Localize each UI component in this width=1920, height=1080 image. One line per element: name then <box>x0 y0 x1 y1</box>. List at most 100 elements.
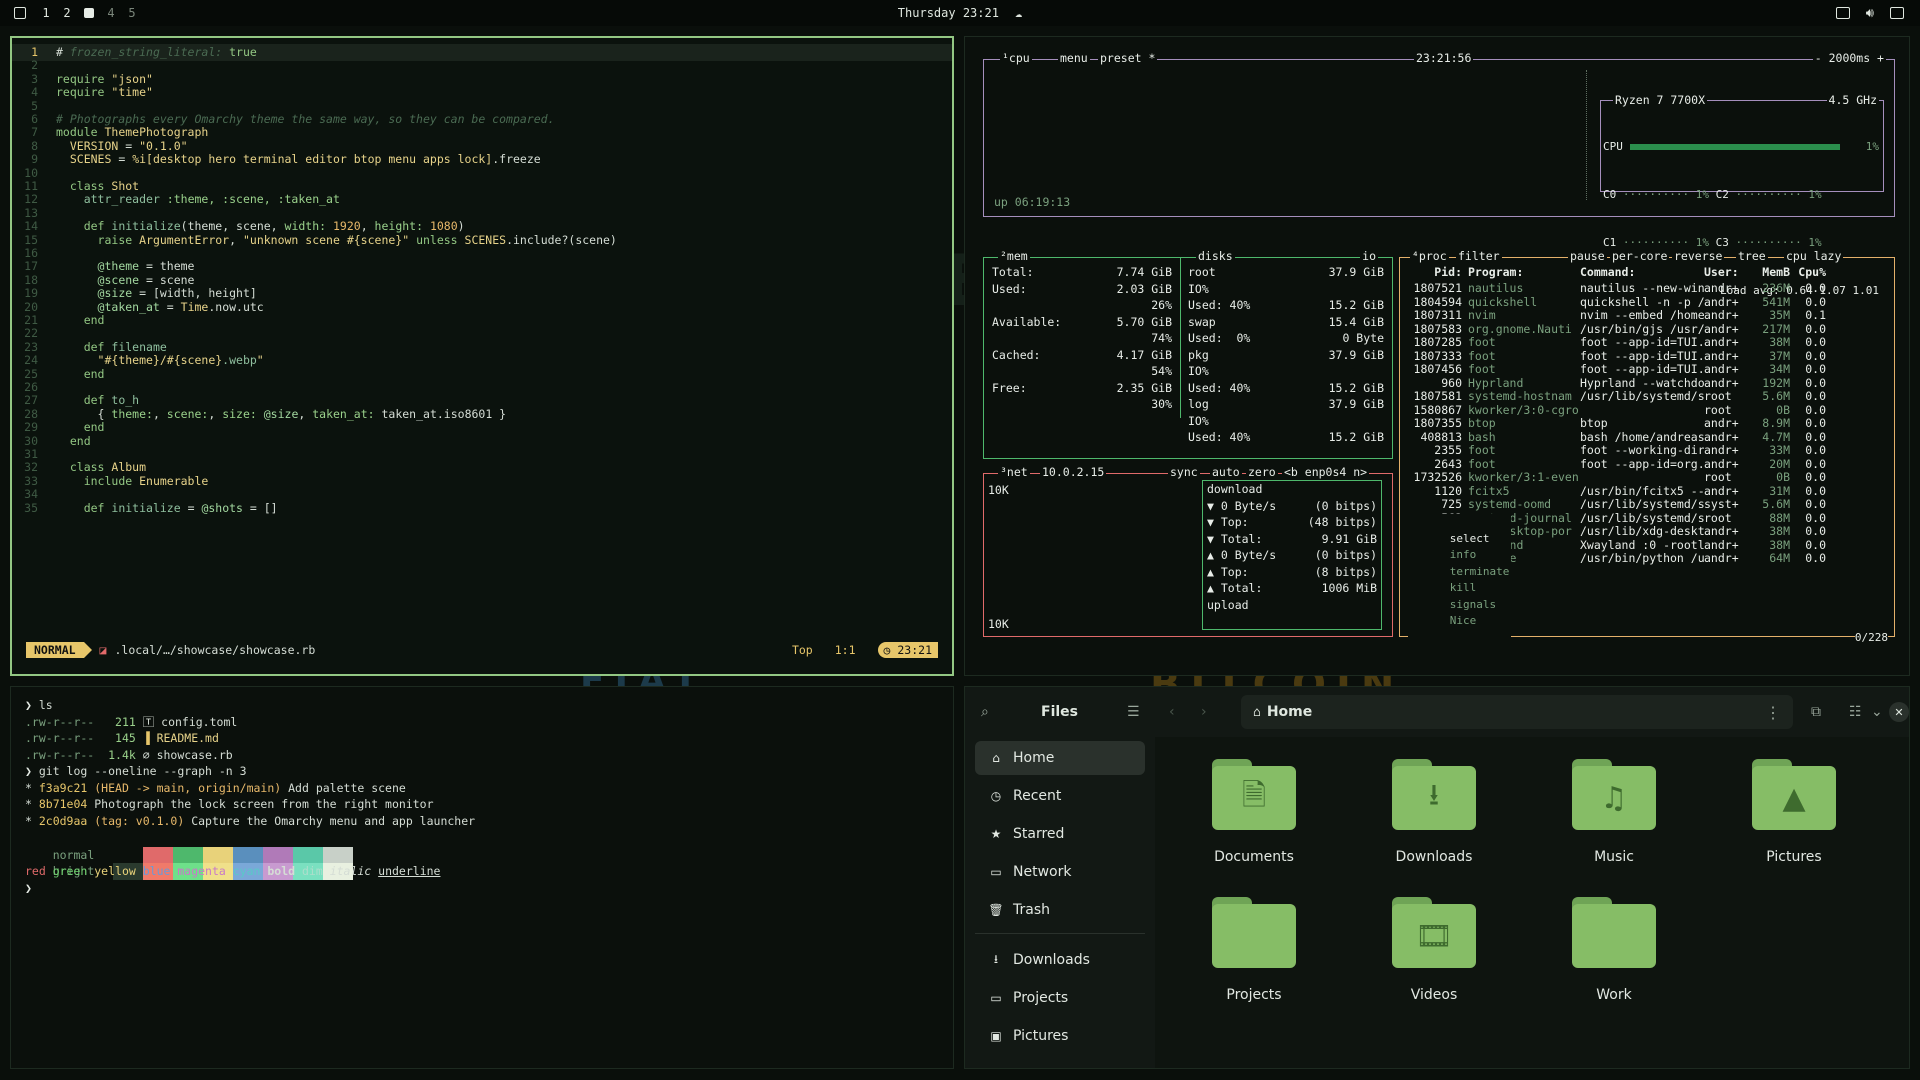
net-panel: ³net 10.0.2.15 sync auto zero <b enp0s4 … <box>983 464 1393 637</box>
menu-button[interactable]: menu <box>1058 50 1090 67</box>
workspace-1[interactable]: 1 <box>42 6 50 20</box>
mem-stat-value: 4.17 GiB <box>1116 347 1172 362</box>
sidebar-title: Files <box>1041 704 1078 720</box>
launcher-icon[interactable] <box>14 7 26 19</box>
folder-pictures[interactable]: ▲ Pictures <box>1729 759 1859 879</box>
mem-title[interactable]: ²mem <box>998 248 1030 265</box>
volume-icon[interactable]: 🔊︎ <box>1866 6 1874 21</box>
net-stat-row: ▲ Top: (8 bitps) <box>1207 564 1381 581</box>
proc-pause[interactable]: pause <box>1568 248 1607 265</box>
disk-stat-row: root 37.9 GiB <box>1188 264 1384 281</box>
net-stat-row: upload <box>1207 597 1381 614</box>
style-word-underline: underline <box>378 864 441 878</box>
proc-header-cell[interactable]: Command: <box>1580 264 1704 281</box>
sidebar-item-recent[interactable]: ◷ Recent <box>975 779 1145 813</box>
proc-header-cell[interactable]: Cpu% <box>1790 264 1826 281</box>
net-auto[interactable]: auto <box>1210 464 1242 481</box>
proc-terminate[interactable]: terminate <box>1450 565 1510 578</box>
mem-stat-value: 74% <box>1151 331 1172 345</box>
proc-header-cell[interactable]: MemB <box>1746 264 1790 281</box>
terminal-line: ❯ ls <box>25 697 53 714</box>
clock[interactable]: Thursday 23:21 ☁ <box>898 6 1022 20</box>
proc-header-cell[interactable]: Program: <box>1468 264 1580 281</box>
modified-icon: ◪ <box>99 643 107 657</box>
proc-header-cell[interactable]: User: <box>1704 264 1746 281</box>
sidebar-item-projects[interactable]: ▭ Projects <box>975 981 1145 1015</box>
close-icon[interactable]: ✕ <box>1889 702 1909 722</box>
io-toggle[interactable]: io <box>1360 248 1378 265</box>
proc-header-cell[interactable]: Pid: <box>1408 264 1468 281</box>
folder-glyph-icon: 🗎 <box>1241 777 1267 813</box>
sidebar-item-network[interactable]: ▭ Network <box>975 855 1145 889</box>
location-menu-icon[interactable]: ⋮ <box>1765 703 1781 722</box>
terminal-line: .rw-r--r-- 145 ▐ README.md <box>25 730 219 747</box>
workspace-5[interactable]: 5 <box>128 6 136 20</box>
disk-stat-label: Used: 0% <box>1188 331 1251 345</box>
sidebar-item-label: Projects <box>1013 990 1069 1006</box>
workspace-4[interactable]: 4 <box>107 6 115 20</box>
workspace-2[interactable]: 2 <box>63 6 71 20</box>
disks-title[interactable]: disks <box>1196 248 1235 265</box>
terminal-line: * 8b71e04 Photograph the lock screen fro… <box>25 796 434 813</box>
net-stat-label: upload <box>1207 597 1249 612</box>
sidebar-item-downloads[interactable]: ⭳ Downloads <box>975 943 1145 977</box>
palette-normal-row: normal <box>25 830 353 863</box>
location-bar[interactable]: ⌂ Home ⋮ <box>1241 695 1793 729</box>
proc-reverse[interactable]: reverse <box>1672 248 1725 265</box>
disk-stats: root 37.9 GiB IO% Used: 40% 15.2 GiB swap 15.4… <box>1188 264 1384 446</box>
net-stat-row: ▼ Top: (48 bitps) <box>1207 514 1381 531</box>
proc-info[interactable]: info <box>1450 548 1477 561</box>
current-prompt[interactable]: ❯ <box>25 880 32 897</box>
sidebar-item-trash[interactable]: 🗑︎ Trash <box>975 893 1145 927</box>
proc-tree[interactable]: tree <box>1736 248 1768 265</box>
folder-documents[interactable]: 🗎 Documents <box>1189 759 1319 879</box>
main-menu-icon[interactable]: ☰ <box>1127 704 1140 720</box>
display-icon[interactable] <box>1890 7 1904 19</box>
forward-icon[interactable]: › <box>1201 704 1207 720</box>
update-rate[interactable]: - 2000ms + <box>1812 50 1886 67</box>
sidebar-item-home[interactable]: ⌂ Home <box>975 741 1145 775</box>
sidebar-item-label: Network <box>1013 864 1072 880</box>
folder-projects[interactable]: Projects <box>1189 897 1319 1017</box>
preset-button[interactable]: preset * <box>1098 50 1158 67</box>
proc-select[interactable]: select <box>1450 532 1490 545</box>
btop-window[interactable]: ¹cpu menu preset * 23:21:56 - 2000ms + u… <box>964 36 1910 676</box>
net-zero[interactable]: zero <box>1246 464 1278 481</box>
sidebar-item-pictures[interactable]: ▣ Pictures <box>975 1019 1145 1053</box>
screen-record-icon[interactable] <box>1835 7 1850 19</box>
view-list-icon[interactable]: ☷ <box>1849 704 1862 720</box>
proc-title[interactable]: ⁴proc <box>1410 248 1449 265</box>
new-tab-icon[interactable]: ⧉ <box>1811 704 1821 720</box>
sidebar-item-starred[interactable]: ★ Starred <box>975 817 1145 851</box>
proc-nice[interactable]: Nice <box>1450 614 1477 627</box>
proc-signals[interactable]: signals <box>1450 598 1496 611</box>
folder-icon: ▭ <box>990 991 1002 1005</box>
proc-kill[interactable]: kill <box>1450 581 1477 594</box>
folder-work[interactable]: Work <box>1549 897 1679 1017</box>
back-icon[interactable]: ‹ <box>1169 704 1175 720</box>
status-line: NORMAL ◪ .local/…/showcase/showcase.rb T… <box>26 642 938 658</box>
editor-window[interactable]: 1 # frozen_string_literal: true 2 3 require … <box>10 36 954 676</box>
folder-videos[interactable]: 🎞 Videos <box>1369 897 1499 1017</box>
terminal-window[interactable]: ❯ ls .rw-r--r-- 211 🅃 config.toml .rw-r--r… <box>10 686 954 1069</box>
folder-downloads[interactable]: ⭳ Downloads <box>1369 759 1499 879</box>
folder-music[interactable]: ♫ Music <box>1549 759 1679 879</box>
search-icon[interactable]: ⌕ <box>981 704 989 720</box>
net-interface[interactable]: <b enp0s4 n> <box>1282 464 1370 481</box>
net-title[interactable]: ³net <box>998 464 1030 481</box>
cpu-title[interactable]: ¹cpu <box>1000 50 1032 67</box>
file-manager-window[interactable]: ⌕ Files ☰ ‹ › ⌂ Home ⋮ ⧉ ☷ ⌄ ✕ ⌂ Home ◷ Rec… <box>964 686 1910 1069</box>
cpu-c0-value: 1% <box>1695 188 1709 201</box>
terminal-token: * <box>25 797 39 811</box>
terminal-token: 1.4k <box>108 747 136 762</box>
net-stat-label: ▼ Top: <box>1207 515 1249 529</box>
folder-icon: ♫ <box>1572 759 1656 831</box>
view-options-icon[interactable]: ⌄ <box>1871 704 1883 720</box>
proc-sort[interactable]: cpu lazy <box>1784 248 1844 265</box>
places-sidebar: ⌂ Home ◷ Recent ★ Starred ▭ Network 🗑︎ Trash ⭳ Down… <box>965 737 1155 1068</box>
proc-filter[interactable]: filter <box>1456 248 1502 265</box>
workspace-3-active[interactable] <box>84 8 94 18</box>
net-sync[interactable]: sync <box>1168 464 1200 481</box>
proc-percore[interactable]: per-core <box>1610 248 1670 265</box>
terminal-token: ❯ <box>25 764 39 778</box>
